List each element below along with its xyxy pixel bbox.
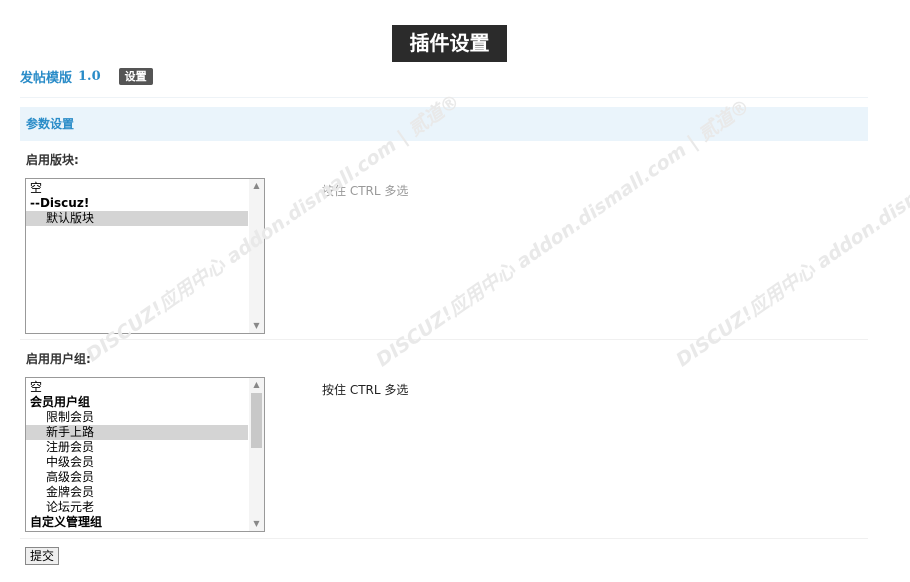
scroll-down-icon[interactable]: ▼ <box>249 517 264 531</box>
scroll-thumb[interactable] <box>251 393 262 448</box>
scrollbar[interactable]: ▲ ▼ <box>249 179 264 333</box>
option-group[interactable]: 会员用户组 <box>26 395 248 410</box>
list-option[interactable]: 中级会员 <box>26 455 248 470</box>
forum-options: 空 --Discuz! 默认版块 <box>26 181 248 226</box>
divider <box>20 339 868 340</box>
usergroup-field-label: 启用用户组: <box>26 352 91 366</box>
list-option[interactable]: 空 <box>26 380 248 395</box>
forum-hint: 按住 CTRL 多选 <box>322 184 409 198</box>
scrollbar[interactable]: ▲ ▼ <box>249 378 264 531</box>
divider <box>20 97 868 98</box>
scroll-up-icon[interactable]: ▲ <box>249 378 264 392</box>
submit-button[interactable]: 提交 <box>25 547 60 565</box>
list-option[interactable]: 新手上路 <box>26 425 248 440</box>
list-option[interactable]: 限制会员 <box>26 410 248 425</box>
usergroup-hint: 按住 CTRL 多选 <box>322 383 409 397</box>
option-group[interactable]: --Discuz! <box>26 196 248 211</box>
usergroup-options: 空会员用户组 限制会员 新手上路 注册会员 中级会员 高级会员 金牌会员 论坛元老 自定义管理组 <box>26 380 248 530</box>
plugin-name: 发帖模版 <box>20 70 73 86</box>
page-title: 插件设置 <box>392 25 507 62</box>
divider <box>20 538 868 539</box>
list-option[interactable]: 高级会员 <box>26 470 248 485</box>
option-group[interactable]: 自定义管理组 <box>26 515 248 530</box>
forum-select-list[interactable]: 空 --Discuz! 默认版块 ▲ ▼ <box>25 178 265 334</box>
forum-field-label: 启用版块: <box>26 153 79 167</box>
list-option[interactable]: 注册会员 <box>26 440 248 455</box>
settings-button[interactable]: 设置 <box>118 67 153 85</box>
list-option[interactable]: 默认版块 <box>26 211 248 226</box>
scroll-down-icon[interactable]: ▼ <box>249 319 264 333</box>
plugin-info: 发帖模版 1.0 设置 <box>20 66 153 86</box>
section-header: 参数设置 <box>20 107 868 141</box>
usergroup-select-list[interactable]: 空会员用户组 限制会员 新手上路 注册会员 中级会员 高级会员 金牌会员 论坛元老 自定义管理组… <box>25 377 265 532</box>
list-option[interactable]: 空 <box>26 181 248 196</box>
list-option[interactable]: 金牌会员 <box>26 485 248 500</box>
list-option[interactable]: 论坛元老 <box>26 500 248 515</box>
plugin-version: 1.0 <box>78 68 101 84</box>
scroll-up-icon[interactable]: ▲ <box>249 179 264 193</box>
